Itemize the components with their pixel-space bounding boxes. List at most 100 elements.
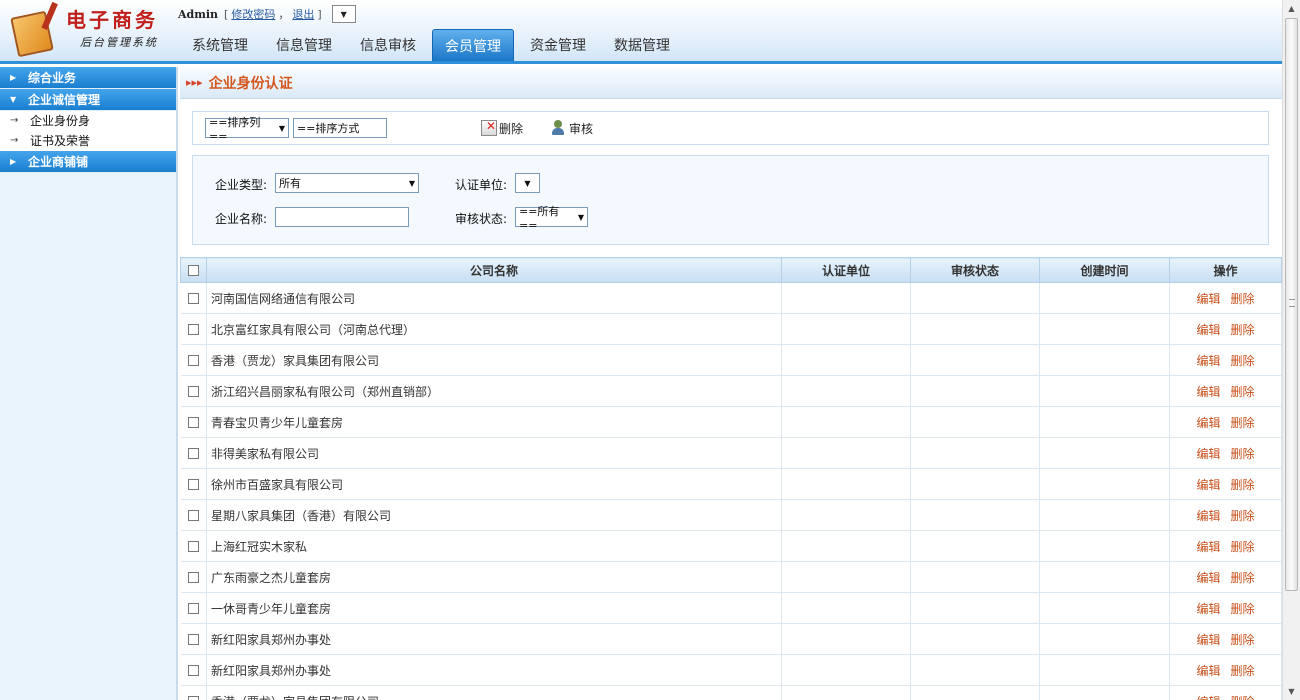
sidebar-item-certificates[interactable]: → 证书及荣誉 <box>0 131 176 151</box>
sidebar-group-shops[interactable]: ▶ 企业商铺铺 <box>0 151 176 173</box>
tab-members[interactable]: 会员管理 <box>432 29 514 61</box>
edit-link[interactable]: 编辑 <box>1196 292 1220 306</box>
logo: 电子商务 后台管理系统 <box>10 2 170 60</box>
edit-link[interactable]: 编辑 <box>1196 695 1220 700</box>
tab-info-review[interactable]: 信息审核 <box>348 29 428 61</box>
audit-label: 审核 <box>569 121 594 136</box>
logout-link[interactable]: 退出 <box>292 6 314 22</box>
delete-link[interactable]: 删除 <box>1231 292 1255 306</box>
cert-select[interactable]: ▼ <box>515 173 540 193</box>
col-company-name[interactable]: 公司名称 <box>206 257 782 283</box>
edit-link[interactable]: 编辑 <box>1196 447 1220 461</box>
row-checkbox-cell <box>180 654 207 686</box>
row-checkbox[interactable] <box>187 293 199 304</box>
tab-data[interactable]: 数据管理 <box>602 29 682 61</box>
edit-link[interactable]: 编辑 <box>1196 416 1220 430</box>
status-select[interactable]: ==所有== ▼ <box>515 205 588 232</box>
edit-link[interactable]: 编辑 <box>1196 571 1220 585</box>
edit-link[interactable]: 编辑 <box>1196 540 1220 554</box>
delete-link[interactable]: 删除 <box>1231 571 1255 585</box>
col-cert-unit[interactable]: 认证单位 <box>781 257 911 283</box>
row-checkbox[interactable] <box>187 324 199 335</box>
sidebar-group-general[interactable]: ▶ 综合业务 <box>0 67 176 89</box>
top-header: 电子商务 后台管理系统 Admin [ 修改密码 ， 退出 ] ▼ 系统管理 信… <box>0 0 1282 64</box>
page-scrollbar[interactable]: ▲ ▼ <box>1282 0 1300 700</box>
delete-link[interactable]: 删除 <box>1231 447 1255 461</box>
row-checkbox[interactable] <box>187 510 199 521</box>
audit-status-cell <box>910 468 1040 500</box>
delete-button[interactable]: 删除 <box>481 119 523 137</box>
comma: ， <box>278 8 290 21</box>
delete-link[interactable]: 删除 <box>1231 695 1255 700</box>
edit-link[interactable]: 编辑 <box>1196 385 1220 399</box>
delete-link[interactable]: 删除 <box>1231 664 1255 678</box>
chevron-down-icon: ▼ <box>408 178 415 188</box>
row-checkbox[interactable] <box>187 665 199 676</box>
edit-link[interactable]: 编辑 <box>1196 354 1220 368</box>
type-select[interactable]: 所有 ▼ <box>275 173 419 193</box>
filter-panel: 企业类型: 所有 ▼ 认证单位: ▼ 企业名称: 审核状态: ==所有== ▼ <box>192 155 1269 245</box>
row-checkbox[interactable] <box>187 696 199 700</box>
change-password-link[interactable]: 修改密码 <box>231 6 275 22</box>
col-created-time[interactable]: 创建时间 <box>1039 257 1170 283</box>
cert-unit-cell <box>781 313 911 345</box>
select-all-checkbox[interactable] <box>188 265 199 276</box>
sort-column-select[interactable]: ==排序列== ▼ <box>205 116 289 143</box>
edit-link[interactable]: 编辑 <box>1196 633 1220 647</box>
header-dropdown[interactable]: ▼ <box>331 5 356 23</box>
delete-link[interactable]: 删除 <box>1231 633 1255 647</box>
sidebar-item-identity[interactable]: → 企业身份身 <box>0 111 176 131</box>
company-table: 公司名称 认证单位 审核状态 创建时间 操作 河南国信网络通信有限公司 编辑 删除北… <box>180 257 1282 700</box>
scroll-up-icon[interactable]: ▲ <box>1283 0 1300 17</box>
created-time-cell <box>1039 561 1170 593</box>
delete-link[interactable]: 删除 <box>1231 385 1255 399</box>
cert-unit-cell <box>781 468 911 500</box>
chevron-down-icon: ▼ <box>524 178 531 188</box>
col-audit-status[interactable]: 审核状态 <box>910 257 1040 283</box>
scroll-down-icon[interactable]: ▼ <box>1283 683 1300 700</box>
edit-link[interactable]: 编辑 <box>1196 664 1220 678</box>
edit-link[interactable]: 编辑 <box>1196 323 1220 337</box>
row-checkbox[interactable] <box>187 386 199 397</box>
delete-link[interactable]: 删除 <box>1231 540 1255 554</box>
row-checkbox[interactable] <box>187 634 199 645</box>
delete-link[interactable]: 删除 <box>1231 323 1255 337</box>
edit-link[interactable]: 编辑 <box>1196 509 1220 523</box>
tab-funds[interactable]: 资金管理 <box>518 29 598 61</box>
cert-unit-cell <box>781 499 911 531</box>
sidebar-group-label: 企业诚信管理 <box>28 93 101 107</box>
actions-cell: 编辑删除 <box>1169 375 1282 407</box>
row-checkbox[interactable] <box>187 603 199 614</box>
sort-order-select[interactable]: ==排序方式 <box>293 118 387 138</box>
row-checkbox[interactable] <box>187 541 199 552</box>
edit-link[interactable]: 编辑 <box>1196 478 1220 492</box>
edit-link[interactable]: 编辑 <box>1196 602 1220 616</box>
logo-subtitle: 后台管理系统 <box>80 36 158 49</box>
row-checkbox[interactable] <box>187 572 199 583</box>
actions-cell: 编辑删除 <box>1169 437 1282 469</box>
table-row: 一休哥青少年儿童套房 编辑 删除 <box>180 592 1282 624</box>
audit-button[interactable]: 审核 <box>551 120 593 137</box>
delete-link[interactable]: 删除 <box>1231 416 1255 430</box>
bracket-open: [ <box>224 7 229 21</box>
delete-link[interactable]: 删除 <box>1231 478 1255 492</box>
delete-link[interactable]: 删除 <box>1231 602 1255 616</box>
row-checkbox[interactable] <box>187 479 199 490</box>
row-checkbox[interactable] <box>187 417 199 428</box>
arrow-right-icon: → <box>10 135 19 146</box>
tab-info[interactable]: 信息管理 <box>264 29 344 61</box>
row-checkbox[interactable] <box>187 448 199 459</box>
company-name-cell: 河南国信网络通信有限公司 <box>206 282 782 314</box>
created-time-cell <box>1039 406 1170 438</box>
tab-system[interactable]: 系统管理 <box>180 29 260 61</box>
company-name-input[interactable] <box>275 207 409 227</box>
scroll-thumb[interactable] <box>1285 18 1298 591</box>
sidebar-group-credit[interactable]: ▼ 企业诚信管理 <box>0 89 176 111</box>
delete-link[interactable]: 删除 <box>1231 354 1255 368</box>
row-checkbox[interactable] <box>187 355 199 366</box>
triangle-down-icon: ▼ <box>10 95 17 104</box>
audit-status-cell <box>910 282 1040 314</box>
delete-link[interactable]: 删除 <box>1231 509 1255 523</box>
table-row: 上海红冠实木家私 编辑 删除 <box>180 530 1282 562</box>
created-time-cell <box>1039 499 1170 531</box>
